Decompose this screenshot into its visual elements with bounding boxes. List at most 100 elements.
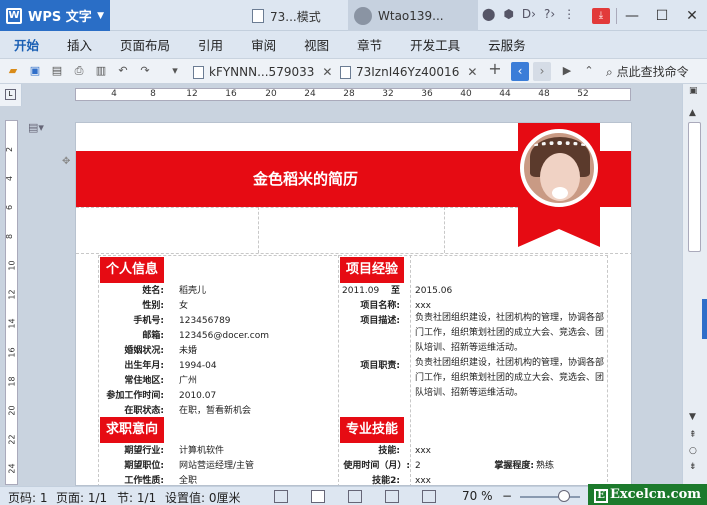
field-label: 出生年月: (124, 361, 164, 371)
zoom-out-icon[interactable]: − (502, 489, 512, 503)
save-icon[interactable]: ▣ (28, 64, 42, 78)
zoom-slider-knob[interactable] (558, 490, 570, 502)
field-label: 项目名称: (360, 301, 400, 311)
field-label: 婚姻状况: (124, 346, 164, 356)
field-value: 全职 (179, 476, 198, 486)
field-label: 参加工作时间: (106, 391, 164, 401)
tab-stop-icon: L (5, 89, 16, 100)
project-description: 负责社团组织建设，社团机构的管理，协调各部门工作，组织策划社团的成立大会、竞选会… (415, 313, 605, 353)
hexagon-icon[interactable]: ⬢ (503, 7, 513, 21)
ruler-label: 16 (7, 347, 17, 358)
close-icon[interactable]: ✕ (467, 65, 477, 79)
media-icon[interactable]: ▶ (560, 64, 574, 78)
scroll-up-icon[interactable]: ▲ (689, 108, 696, 118)
field-label: 工作性质: (124, 476, 164, 486)
document-page[interactable]: 金色稻米的简历 个人信息 姓名: 稻壳儿 性别: 女 手机号: 12345678… (75, 122, 632, 486)
scroll-thumb[interactable] (688, 122, 701, 252)
undo-icon[interactable]: ↶ (116, 64, 130, 78)
collapse-icon[interactable]: ⌃ (582, 64, 596, 78)
table-gridline (76, 253, 631, 254)
new-tab-button[interactable]: + (488, 61, 502, 77)
vertical-ruler[interactable]: 2 4 6 8 10 12 14 16 18 20 22 24 (5, 120, 18, 485)
menu-home[interactable]: 开始 (0, 35, 53, 54)
maximize-button[interactable]: ☐ (647, 8, 677, 24)
section-projects: 项目经验 (340, 257, 405, 283)
status-page: 页码: 1 (8, 491, 48, 505)
menu-developer[interactable]: 开发工具 (396, 35, 474, 54)
file-tab-1-label: kFYNNN...579033 (209, 65, 315, 79)
menu-chapter[interactable]: 章节 (343, 35, 396, 54)
app-menu-button[interactable]: W WPS 文字 ▼ (0, 0, 110, 31)
skin-icon[interactable]: ⬤ (482, 7, 495, 21)
fullscreen-icon[interactable] (274, 490, 288, 503)
project-end: 2015.06 (415, 286, 453, 296)
field-label: 项目职责: (360, 361, 400, 371)
excel-logo-icon: E (594, 489, 608, 503)
user-avatar-icon (354, 6, 372, 25)
menu-layout[interactable]: 页面布局 (106, 35, 184, 54)
file-tab-2[interactable]: 73IznI46Yz40016 ✕ (340, 61, 477, 83)
ruler-label: 6 (5, 204, 15, 211)
web-view-icon[interactable] (385, 490, 399, 503)
vertical-scrollbar[interactable]: ▣ ▲ ▼ ⇞ ○ ⇟ (682, 84, 707, 486)
page-view-icon[interactable] (311, 490, 325, 503)
outline-view-icon[interactable] (348, 490, 362, 503)
document-tab[interactable]: 73...模式 (252, 4, 321, 28)
document-tab-label: 73...模式 (270, 9, 321, 24)
zoom-level[interactable]: 70 % (462, 489, 493, 503)
ruler-label: 44 (499, 89, 511, 99)
help-icon[interactable]: ?› (544, 7, 555, 21)
user-account-tab[interactable]: Wtao139... (348, 0, 478, 31)
file-tab-1[interactable]: kFYNNN...579033 ✕ (193, 61, 332, 83)
download-icon[interactable]: ⤓ (592, 7, 610, 24)
menu-review[interactable]: 审阅 (237, 35, 290, 54)
field-value: 未婚 (179, 346, 198, 356)
quick-toolbar: ▰ ▣ ▤ ⎙ ▥ ↶ ↷ ▾ kFYNNN...579033 ✕ 73IznI… (0, 58, 707, 84)
field-value: 女 (179, 301, 189, 311)
window-controls: ⤓ — ☐ ✕ (592, 0, 707, 31)
status-section: 节: 1/1 (117, 491, 157, 505)
select-browse-icon[interactable]: ○ (689, 446, 697, 456)
eye-protect-icon[interactable] (422, 490, 436, 503)
table-gridline (410, 255, 411, 485)
tab-scroll-right-button[interactable]: › (533, 62, 551, 81)
menu-cloud[interactable]: 云服务 (474, 35, 540, 54)
more-icon[interactable]: ⋮ (563, 7, 575, 21)
redo-icon[interactable]: ↷ (138, 64, 152, 78)
open-folder-icon[interactable]: ▰ (6, 64, 20, 78)
prev-page-icon[interactable]: ⇞ (689, 430, 697, 440)
field-label: 技能: (378, 446, 400, 456)
minimize-button[interactable]: — (617, 8, 647, 24)
horizontal-ruler[interactable]: 4 8 12 16 20 24 28 32 36 40 44 48 52 (75, 88, 631, 101)
tab-scroll-left-button[interactable]: ‹ (511, 62, 529, 81)
share-icon[interactable]: D› (522, 7, 536, 21)
scroll-down-icon[interactable]: ▼ (689, 412, 696, 422)
close-button[interactable]: ✕ (677, 8, 707, 24)
command-search[interactable]: ⌕ 点此查找命令 (606, 63, 689, 80)
field-label: 掌握程度: (494, 461, 534, 471)
chevron-down-icon[interactable]: ▾ (168, 64, 182, 78)
ruler-label: 20 (265, 89, 277, 99)
print-preview-icon[interactable]: ▥ (94, 64, 108, 78)
field-label: 期望职位: (124, 461, 164, 471)
export-pdf-icon[interactable]: ▤ (50, 64, 64, 78)
paragraph-icon[interactable]: ▤▾ (28, 121, 44, 134)
table-move-handle-icon[interactable]: ✥ (62, 156, 70, 167)
close-icon[interactable]: ✕ (322, 65, 332, 79)
menu-view[interactable]: 视图 (290, 35, 343, 54)
next-page-icon[interactable]: ⇟ (689, 462, 697, 472)
zoom-slider[interactable] (520, 496, 580, 498)
menu-references[interactable]: 引用 (184, 35, 237, 54)
status-pages: 页面: 1/1 (56, 491, 108, 505)
profile-photo[interactable] (520, 129, 598, 207)
field-label: 项目描述: (360, 316, 400, 326)
section-job-intent: 求职意向 (100, 417, 165, 443)
menu-insert[interactable]: 插入 (53, 35, 106, 54)
side-panel-tab[interactable] (702, 299, 707, 339)
ruler-toggle-icon[interactable]: ▣ (689, 86, 698, 96)
ruler-corner[interactable]: L (0, 84, 22, 106)
field-label: 使用时间（月）: (343, 461, 410, 471)
ruler-label: 24 (304, 89, 316, 99)
print-icon[interactable]: ⎙ (72, 64, 86, 78)
table-gridline (444, 207, 445, 253)
